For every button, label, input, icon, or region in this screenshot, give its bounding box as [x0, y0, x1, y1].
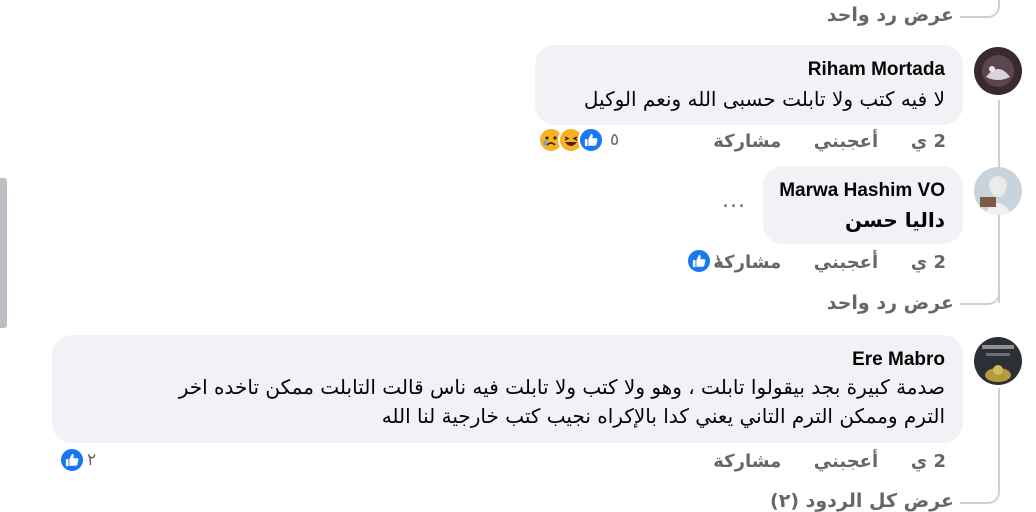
comment-actions: 2 ي أعجبني مشاركة [713, 252, 946, 273]
comment-time[interactable]: 2 ي [911, 131, 946, 152]
comment-text-line: الترم وممكن الترم التاني يعني كدا بالإكر… [381, 404, 945, 428]
comment-bubble: Marwa Hashim VO داليا حسن [763, 166, 963, 244]
reaction-count: ١ [714, 251, 724, 271]
thread-connector [960, 277, 1000, 305]
thread-connector [998, 388, 1000, 478]
reactions-summary[interactable]: ١ [686, 248, 723, 274]
comment-author[interactable]: Ere Mabro [70, 349, 945, 371]
comment-author[interactable]: Riham Mortada [553, 59, 945, 81]
more-icon[interactable]: ... [722, 188, 746, 213]
comment-author[interactable]: Marwa Hashim VO [779, 180, 945, 202]
share-button[interactable]: مشاركة [713, 252, 781, 273]
thread-connector [960, 0, 1000, 18]
thread-connector [960, 470, 1000, 504]
avatar[interactable] [974, 47, 1022, 95]
avatar-image [974, 47, 1022, 95]
reaction-count: ٥ [610, 130, 620, 150]
comment-time[interactable]: 2 ي [911, 252, 946, 273]
comment-actions: 2 ي أعجبني مشاركة [713, 451, 946, 472]
like-button[interactable]: أعجبني [814, 252, 878, 273]
share-button[interactable]: مشاركة [713, 131, 781, 152]
view-reply-link[interactable]: عرض رد واحد [827, 292, 954, 314]
avatar-image [974, 167, 1022, 215]
share-button[interactable]: مشاركة [713, 451, 781, 472]
reactions-summary[interactable]: ٥ [538, 127, 619, 153]
comment-time[interactable]: 2 ي [911, 451, 946, 472]
comment-bubble: Ere Mabro صدمة كبيرة بجد بيقولوا تابلت ،… [52, 335, 963, 443]
reaction-count: ٢ [87, 450, 97, 470]
mention-tag[interactable]: داليا حسن [781, 206, 945, 235]
reactions-summary[interactable]: ٢ [59, 447, 96, 473]
view-reply-link[interactable]: عرض رد واحد [827, 4, 954, 26]
like-button[interactable]: أعجبني [814, 451, 878, 472]
comment-text-line: صدمة كبيرة بجد بيقولوا تابلت ، وهو ولا ك… [178, 375, 945, 399]
view-all-replies-link[interactable]: عرض كل الردود (٢) [770, 490, 954, 512]
like-icon [59, 447, 85, 473]
avatar[interactable] [974, 167, 1022, 215]
avatar-image [974, 337, 1022, 385]
like-icon [686, 248, 712, 274]
comment-bubble: Riham Mortada لا فيه كتب ولا تابلت حسبى … [535, 45, 963, 125]
scrollbar[interactable] [0, 178, 7, 328]
like-button[interactable]: أعجبني [814, 131, 878, 152]
avatar[interactable] [974, 337, 1022, 385]
comment-actions: 2 ي أعجبني مشاركة [713, 131, 946, 152]
like-icon [578, 127, 604, 153]
comment-text: لا فيه كتب ولا تابلت حسبى الله ونعم الوك… [583, 87, 945, 111]
